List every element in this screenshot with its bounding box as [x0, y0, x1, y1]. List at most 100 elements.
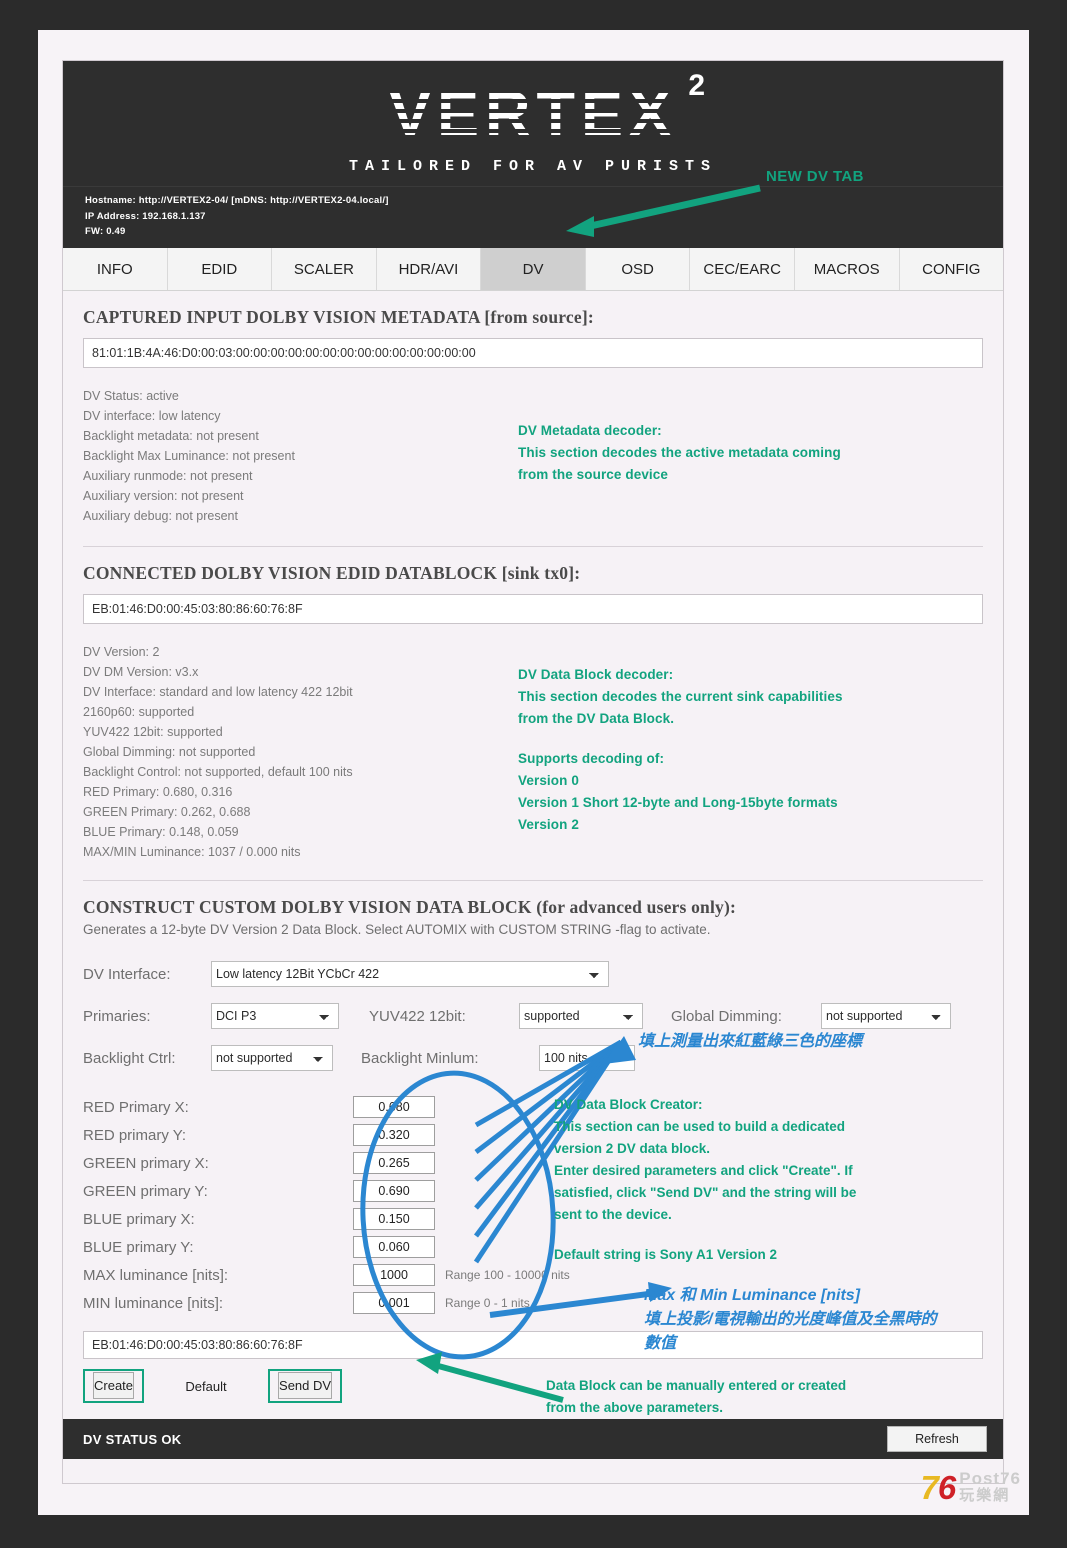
input-blue-primary-x[interactable]	[353, 1208, 435, 1231]
select-primaries[interactable]: DCI P3	[211, 1003, 339, 1030]
input-green-primary-y[interactable]	[353, 1180, 435, 1203]
edid-decode-row: DV Version: 2 DV DM Version: v3.x DV Int…	[83, 642, 983, 862]
tab-cec-earc[interactable]: CEC/EARC	[690, 248, 795, 291]
default-button[interactable]: Default	[154, 1374, 258, 1399]
label-dv-interface: DV Interface:	[83, 965, 171, 983]
tab-hdr-avi[interactable]: HDR/AVI	[376, 248, 482, 291]
ip-address-line: IP Address: 192.168.1.137	[85, 210, 206, 222]
label-primaries: Primaries:	[83, 1007, 151, 1025]
label-global-dimming: Global Dimming:	[671, 1007, 782, 1025]
annotation-metadata-decoder-line3: from the source device	[518, 467, 669, 483]
annotation-datablock-decoder-line1: DV Data Block decoder:	[518, 667, 674, 683]
label-backlight-minlum: Backlight Minlum:	[361, 1049, 479, 1067]
refresh-button[interactable]: Refresh	[887, 1426, 987, 1453]
tab-scaler[interactable]: SCALER	[272, 248, 377, 291]
label-max-luminance: MAX luminance [nits]:	[83, 1266, 229, 1284]
hostname-line: Hostname: http://VERTEX2-04/ [mDNS: http…	[85, 195, 389, 206]
create-button-highlight: Create	[83, 1369, 145, 1404]
captured-decode-list: DV Status: active DV interface: low late…	[83, 386, 518, 526]
label-blue-primary-y: BLUE primary Y:	[83, 1238, 194, 1256]
select-yuv422[interactable]: supported	[519, 1003, 643, 1030]
tab-osd[interactable]: OSD	[585, 248, 691, 291]
annotation-datablock-decoder-line3: from the DV Data Block.	[518, 711, 675, 727]
select-global-dimming[interactable]: not supported	[821, 1003, 951, 1030]
input-min-luminance[interactable]	[353, 1292, 435, 1315]
select-backlight-minlum[interactable]: 100 nits	[539, 1045, 635, 1072]
row-blue-primary-y: BLUE primary Y:	[83, 1233, 983, 1261]
row-backlight: Backlight Ctrl: not supported Backlight …	[83, 1045, 983, 1072]
label-green-primary-x: GREEN primary X:	[83, 1154, 209, 1172]
input-max-luminance[interactable]	[353, 1264, 435, 1287]
edid-line-backlight-control: Backlight Control: not supported, defaul…	[83, 765, 353, 780]
label-green-primary-y: GREEN primary Y:	[83, 1182, 208, 1200]
row-dv-interface: DV Interface: Low latency 12Bit YCbCr 42…	[83, 961, 983, 988]
captured-metadata-string[interactable]: 81:01:1B:4A:46:D0:00:03:00:00:00:00:00:0…	[83, 338, 983, 369]
tab-info[interactable]: INFO	[63, 248, 168, 291]
label-red-primary-x: RED Primary X:	[83, 1098, 189, 1116]
captured-line-aux-version: Auxiliary version: not present	[83, 489, 244, 504]
construct-subheading: Generates a 12-byte DV Version 2 Data Bl…	[83, 922, 711, 938]
captured-metadata-heading: CAPTURED INPUT DOLBY VISION METADATA [fr…	[83, 307, 594, 328]
vertex2-web-ui: VERTEX 2 TAILORED FOR AV PURISTS Hostnam…	[62, 60, 1004, 1484]
send-dv-button[interactable]: Send DV	[278, 1372, 333, 1400]
tab-config[interactable]: CONFIG	[899, 248, 1004, 291]
select-dv-interface[interactable]: Low latency 12Bit YCbCr 422	[211, 961, 609, 988]
edid-decode-list: DV Version: 2 DV DM Version: v3.x DV Int…	[83, 642, 518, 862]
hint-max-luminance-range: Range 100 - 10000 nits	[445, 1268, 570, 1283]
edid-line-dv-interface: DV Interface: standard and low latency 4…	[83, 685, 353, 700]
annotation-supports-line2: Version 0	[518, 773, 579, 789]
edid-line-yuv422: YUV422 12bit: supported	[83, 725, 223, 740]
browser-page-frame: VERTEX 2 TAILORED FOR AV PURISTS Hostnam…	[38, 30, 1029, 1515]
tab-macros[interactable]: MACROS	[794, 248, 900, 291]
logo-wordmark: VERTEX 2	[388, 71, 705, 146]
input-red-primary-x[interactable]	[353, 1096, 435, 1119]
edid-line-dv-version: DV Version: 2	[83, 645, 160, 660]
select-backlight-ctrl[interactable]: not supported	[211, 1045, 333, 1072]
label-min-luminance: MIN luminance [nits]:	[83, 1294, 224, 1312]
label-blue-primary-x: BLUE primary X:	[83, 1210, 195, 1228]
edid-line-max-min-luminance: MAX/MIN Luminance: 1037 / 0.000 nits	[83, 845, 301, 860]
edid-line-2160p60: 2160p60: supported	[83, 705, 195, 720]
primaries-input-grid: RED Primary X: RED primary Y: GREEN prim…	[83, 1093, 983, 1317]
create-button[interactable]: Create	[93, 1372, 135, 1400]
row-max-luminance: MAX luminance [nits]: Range 100 - 10000 …	[83, 1261, 983, 1289]
label-backlight-ctrl: Backlight Ctrl:	[83, 1049, 176, 1067]
input-red-primary-y[interactable]	[353, 1124, 435, 1147]
annotation-metadata-decoder-line1: DV Metadata decoder:	[518, 423, 662, 439]
input-green-primary-x[interactable]	[353, 1152, 435, 1175]
firmware-line: FW: 0.49	[85, 226, 126, 238]
edid-line-dm-version: DV DM Version: v3.x	[83, 665, 199, 680]
annotation-supports-line1: Supports decoding of:	[518, 751, 665, 767]
captured-line-backlight-max-luminance: Backlight Max Luminance: not present	[83, 449, 295, 464]
tab-dv[interactable]: DV	[481, 248, 586, 291]
input-blue-primary-y[interactable]	[353, 1236, 435, 1259]
watermark-digit-6: 6	[937, 1468, 956, 1506]
edid-datablock-string[interactable]: EB:01:46:D0:00:45:03:80:86:60:76:8F	[83, 594, 983, 625]
captured-line-dv-status: DV Status: active	[83, 389, 179, 404]
annotation-supports-line3: Version 1 Short 12-byte and Long-15byte …	[518, 795, 838, 811]
watermark-text: Post76 玩樂網	[959, 1468, 1021, 1504]
send-dv-button-highlight: Send DV	[268, 1369, 343, 1404]
main-tab-bar[interactable]: INFO EDID SCALER HDR/AVI DV OSD CEC/EARC…	[63, 248, 1004, 292]
annotation-datablock-decoder-line2: This section decodes the current sink ca…	[518, 689, 843, 705]
hint-min-luminance-range: Range 0 - 1 nits	[445, 1296, 530, 1311]
annotation-supports-line4: Version 2	[518, 817, 579, 833]
logo-superscript: 2	[688, 69, 706, 102]
status-bar: DV STATUS OK Refresh	[63, 1419, 1003, 1460]
label-yuv422: YUV422 12bit:	[369, 1007, 466, 1025]
watermark-logo-icon: 76	[920, 1468, 957, 1506]
watermark-digit-7: 7	[920, 1468, 939, 1506]
row-red-primary-y: RED primary Y:	[83, 1121, 983, 1149]
edid-line-global-dimming: Global Dimming: not supported	[83, 745, 256, 760]
app-header: VERTEX 2 TAILORED FOR AV PURISTS	[63, 61, 1003, 186]
tab-edid[interactable]: EDID	[167, 248, 273, 291]
logo-wordmark-text: VERTEX	[388, 79, 678, 149]
watermark-post76-text: Post76	[959, 1468, 1021, 1488]
row-primaries: Primaries: DCI P3 YUV422 12bit: supporte…	[83, 1003, 983, 1030]
row-red-primary-x: RED Primary X:	[83, 1093, 983, 1121]
captured-line-dv-interface: DV interface: low latency	[83, 409, 221, 424]
construct-button-row: Create Default Send DV	[83, 1369, 983, 1404]
construct-form: DV Interface: Low latency 12Bit YCbCr 42…	[83, 947, 983, 1404]
constructed-datablock-string[interactable]: EB:01:46:D0:00:45:03:80:86:60:76:8F	[83, 1331, 983, 1360]
dv-tab-content: CAPTURED INPUT DOLBY VISION METADATA [fr…	[63, 291, 1003, 1404]
